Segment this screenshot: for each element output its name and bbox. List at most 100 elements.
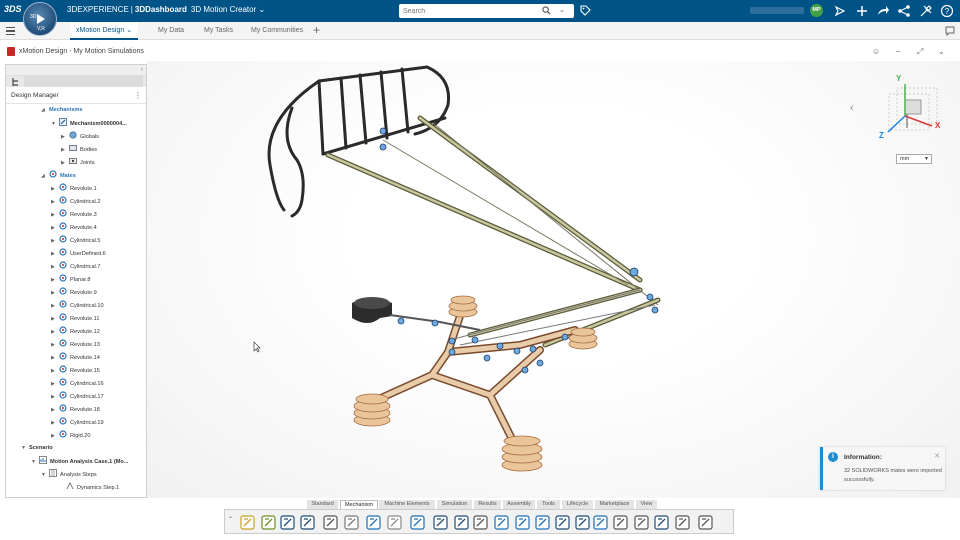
section-tab-tools[interactable]: Tools bbox=[537, 500, 561, 509]
expand-arrow-icon[interactable]: ▶ bbox=[51, 392, 59, 403]
maximize-icon[interactable]: ⤢ bbox=[917, 47, 923, 57]
gear-icon[interactable] bbox=[554, 514, 571, 531]
tree-item[interactable]: ▶ Revolute.12 bbox=[51, 326, 100, 337]
copy-icon[interactable] bbox=[674, 514, 691, 531]
new-mechanism-icon[interactable] bbox=[239, 514, 256, 531]
3d-viewport[interactable]: Y X Z bbox=[147, 61, 960, 498]
tree-item[interactable]: ▶ Revolute.1 bbox=[51, 183, 97, 194]
plane-icon[interactable] bbox=[653, 514, 670, 531]
tree-item[interactable]: ▶ Revolute.14 bbox=[51, 352, 100, 363]
expand-arrow-icon[interactable]: ▶ bbox=[51, 379, 59, 390]
expand-arrow-icon[interactable]: ▶ bbox=[51, 275, 59, 286]
refresh-icon[interactable] bbox=[299, 514, 316, 531]
add-tab-icon[interactable]: + bbox=[313, 23, 320, 37]
compass-icon[interactable]: 3D V,R bbox=[23, 2, 57, 36]
tree-item[interactable]: ▼ Scenario bbox=[21, 443, 53, 454]
expand-arrow-icon[interactable]: ▶ bbox=[61, 145, 69, 156]
save-icon[interactable] bbox=[279, 514, 296, 531]
expand-arrow-icon[interactable]: ▶ bbox=[51, 353, 59, 364]
share-icon[interactable] bbox=[833, 4, 847, 18]
network-icon[interactable] bbox=[897, 4, 911, 18]
tree-item[interactable]: ▶ Revolute.9 bbox=[51, 287, 97, 298]
expand-arrow-icon[interactable]: ▶ bbox=[51, 184, 59, 195]
expand-arrow-icon[interactable]: ▶ bbox=[51, 210, 59, 221]
spring-icon[interactable] bbox=[534, 514, 551, 531]
chevron-down-icon[interactable]: ⌄ bbox=[228, 513, 233, 520]
avatar[interactable]: MP bbox=[810, 4, 823, 17]
expand-arrow-icon[interactable]: ◢ bbox=[41, 105, 49, 116]
section-tab-marketplace[interactable]: Marketplace bbox=[595, 500, 635, 509]
expand-arrow-icon[interactable]: ◢ bbox=[41, 171, 49, 182]
tree-item[interactable]: ▶ Cylindrical.19 bbox=[51, 417, 104, 428]
tools-icon[interactable] bbox=[919, 4, 933, 18]
chat-icon[interactable] bbox=[945, 26, 955, 36]
more-options-icon[interactable]: ⋮ bbox=[134, 87, 142, 104]
tree-item[interactable]: ▼ Mechanism0000004... bbox=[51, 118, 127, 129]
close-icon[interactable]: ✕ bbox=[934, 452, 940, 460]
help-icon[interactable] bbox=[409, 514, 426, 531]
mate-icon[interactable] bbox=[493, 514, 510, 531]
unit-select[interactable]: mm ▼ bbox=[896, 154, 932, 164]
section-tab-simulation[interactable]: Simulation bbox=[437, 500, 473, 509]
expand-arrow-icon[interactable]: ▶ bbox=[51, 262, 59, 273]
tree-item[interactable]: ▶ Cylindrical.7 bbox=[51, 261, 100, 272]
expand-arrow-icon[interactable]: ▶ bbox=[51, 197, 59, 208]
expand-arrow-icon[interactable]: ▼ bbox=[21, 443, 29, 454]
section-tab-assembly[interactable]: Assembly bbox=[503, 500, 536, 509]
expand-arrow-icon[interactable]: ▶ bbox=[51, 327, 59, 338]
expand-arrow-icon[interactable]: ▶ bbox=[51, 301, 59, 312]
tree-item[interactable]: ▶ Globals bbox=[61, 131, 99, 142]
tree-item[interactable]: ▶ Revolute.4 bbox=[51, 222, 97, 233]
user-manage-icon[interactable]: ☺ bbox=[872, 47, 880, 56]
expand-arrow-icon[interactable]: ▼ bbox=[31, 457, 39, 468]
tree-item[interactable]: ▼ Motion Analysis Case.1 (Mo... bbox=[31, 456, 128, 467]
tag-icon[interactable] bbox=[580, 5, 591, 16]
sensor-icon[interactable] bbox=[592, 514, 609, 531]
properties-icon[interactable] bbox=[322, 514, 339, 531]
expand-arrow-icon[interactable]: ▶ bbox=[51, 288, 59, 299]
tree-item[interactable]: ▼ Analysis Steps bbox=[41, 469, 97, 480]
cube-icon[interactable] bbox=[453, 514, 470, 531]
axis-icon[interactable] bbox=[472, 514, 489, 531]
section-tab-standard[interactable]: Standard bbox=[307, 500, 339, 509]
tree-item[interactable]: ▶ Cylindrical.17 bbox=[51, 391, 104, 402]
expand-arrow-icon[interactable]: ▶ bbox=[51, 249, 59, 260]
tree-item[interactable]: ▶ Revolute.18 bbox=[51, 404, 100, 415]
tab-my-communities[interactable]: My Communities bbox=[251, 22, 303, 40]
tree-item[interactable]: ▶ UserDefined.6 bbox=[51, 248, 106, 259]
tab-my-tasks[interactable]: My Tasks bbox=[204, 22, 233, 40]
expand-arrow-icon[interactable]: ▶ bbox=[51, 236, 59, 247]
minimize-icon[interactable]: − bbox=[896, 47, 901, 56]
tree-item[interactable]: ◢ Mates bbox=[41, 170, 76, 181]
tree-item[interactable]: ▶ Cylindrical.10 bbox=[51, 300, 104, 311]
expand-arrow-icon[interactable]: ▶ bbox=[61, 158, 69, 169]
section-tab-machine-elements[interactable]: Machine Elements bbox=[379, 500, 436, 509]
tree-item[interactable]: Dynamics Step.1 bbox=[58, 482, 119, 493]
tree-item[interactable]: ▶ Revolute.15 bbox=[51, 365, 100, 376]
section-tab-lifecycle[interactable]: Lifecycle bbox=[562, 500, 594, 509]
chevron-down-icon[interactable]: ⌄ bbox=[938, 47, 945, 56]
expand-arrow-icon[interactable]: ▶ bbox=[51, 223, 59, 234]
user-name[interactable] bbox=[750, 7, 804, 14]
add-icon[interactable] bbox=[855, 4, 869, 18]
expand-arrow-icon[interactable]: ▶ bbox=[51, 405, 59, 416]
tree-item[interactable]: ▶ Rigid.20 bbox=[51, 430, 91, 441]
expand-arrow-icon[interactable]: ▶ bbox=[51, 366, 59, 377]
joint-icon[interactable] bbox=[514, 514, 531, 531]
tree-item[interactable]: ▶ Bodies bbox=[61, 144, 97, 155]
tree-item[interactable]: ▶ Cylindrical.2 bbox=[51, 196, 100, 207]
tree-item[interactable]: ▶ Cylindrical.5 bbox=[51, 235, 100, 246]
tree-item[interactable]: ◢ Mechanisms bbox=[41, 105, 83, 116]
menu-icon[interactable] bbox=[6, 27, 15, 35]
expand-arrow-icon[interactable]: ▶ bbox=[51, 418, 59, 429]
assembly-icon[interactable] bbox=[260, 514, 277, 531]
tree-item[interactable]: ▶ Cylindrical.16 bbox=[51, 378, 104, 389]
tree-item[interactable]: ▶ Joints bbox=[61, 157, 95, 168]
section-tab-results[interactable]: Results bbox=[474, 500, 502, 509]
tab-xmotion-design[interactable]: xMotion Design ⌄ bbox=[70, 22, 139, 40]
search-icon[interactable] bbox=[542, 6, 551, 15]
expand-arrow-icon[interactable]: ▼ bbox=[51, 119, 59, 130]
measure-icon[interactable] bbox=[612, 514, 629, 531]
expand-arrow-icon[interactable]: ▶ bbox=[51, 431, 59, 442]
tree-icon[interactable] bbox=[12, 78, 20, 86]
